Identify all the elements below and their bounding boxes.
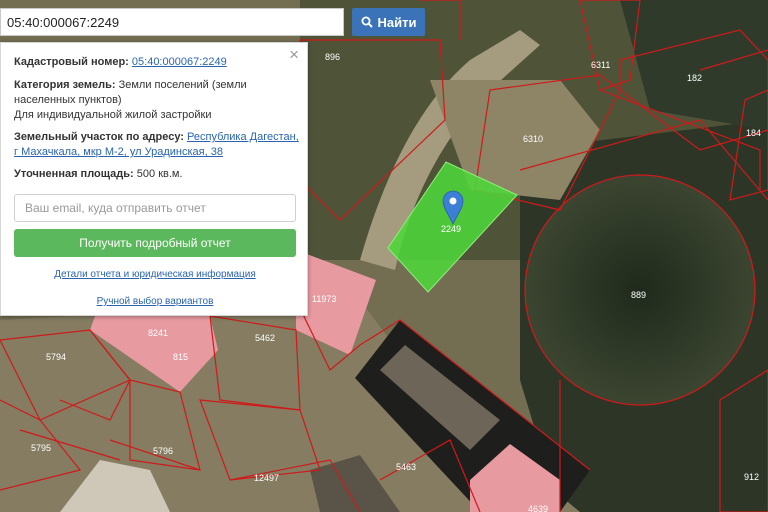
parcel-label-6311: 6311 xyxy=(591,60,610,70)
area-label: Уточненная площадь: xyxy=(14,168,134,180)
parcel-info-panel: × Кадастровый номер: 05:40:000067:2249 К… xyxy=(0,42,308,316)
marker-label: 2249 xyxy=(441,224,461,234)
parcel-label-6310: 6310 xyxy=(523,134,543,144)
address-row: Земельный участок по адресу: Республика … xyxy=(14,130,299,160)
parcel-label-912: 912 xyxy=(744,472,759,482)
parcel-label-184: 184 xyxy=(746,128,761,138)
parcel-label-5462: 5462 xyxy=(255,333,275,343)
parcel-label-11973: 11973 xyxy=(312,294,336,304)
search-input[interactable] xyxy=(0,8,344,36)
parcel-label-896: 896 xyxy=(325,52,340,62)
search-icon xyxy=(361,16,373,28)
area-value: 500 кв.м. xyxy=(136,168,183,180)
cadastral-number-row: Кадастровый номер: 05:40:000067:2249 xyxy=(14,55,299,70)
details-link-row: Детали отчета и юридическая информация xyxy=(1,269,309,280)
address-label: Земельный участок по адресу: xyxy=(14,131,184,143)
details-link[interactable]: Детали отчета и юридическая информация xyxy=(54,269,256,280)
parcel-label-5795: 5795 xyxy=(31,443,51,453)
parcel-label-5796: 5796 xyxy=(153,446,173,456)
parcel-label-12497: 12497 xyxy=(254,473,279,483)
cadastral-number-link[interactable]: 05:40:000067:2249 xyxy=(132,56,227,68)
usage-value: Для индивидуальной жилой застройки xyxy=(14,109,212,121)
parcel-label-889: 889 xyxy=(631,290,646,300)
email-field[interactable] xyxy=(14,194,296,222)
search-button[interactable]: Найти xyxy=(352,8,425,36)
manual-selection-link[interactable]: Ручной выбор вариантов xyxy=(97,296,214,307)
cadastral-number-label: Кадастровый номер: xyxy=(14,56,129,68)
search-button-label: Найти xyxy=(377,14,417,30)
area-row: Уточненная площадь: 500 кв.м. xyxy=(14,167,299,182)
parcel-label-5794: 5794 xyxy=(46,352,66,362)
get-report-button[interactable]: Получить подробный отчет xyxy=(14,229,296,257)
parcel-label-4639: 4639 xyxy=(528,504,548,512)
manual-link-row: Ручной выбор вариантов xyxy=(1,296,309,307)
category-label: Категория земель: xyxy=(14,79,116,91)
parcel-label-182: 182 xyxy=(687,73,702,83)
parcel-label-8241: 8241 xyxy=(148,328,168,338)
category-row: Категория земель: Земли поселений (земли… xyxy=(14,78,299,108)
parcel-label-815: 815 xyxy=(173,352,188,362)
parcel-label-5463: 5463 xyxy=(396,462,416,472)
